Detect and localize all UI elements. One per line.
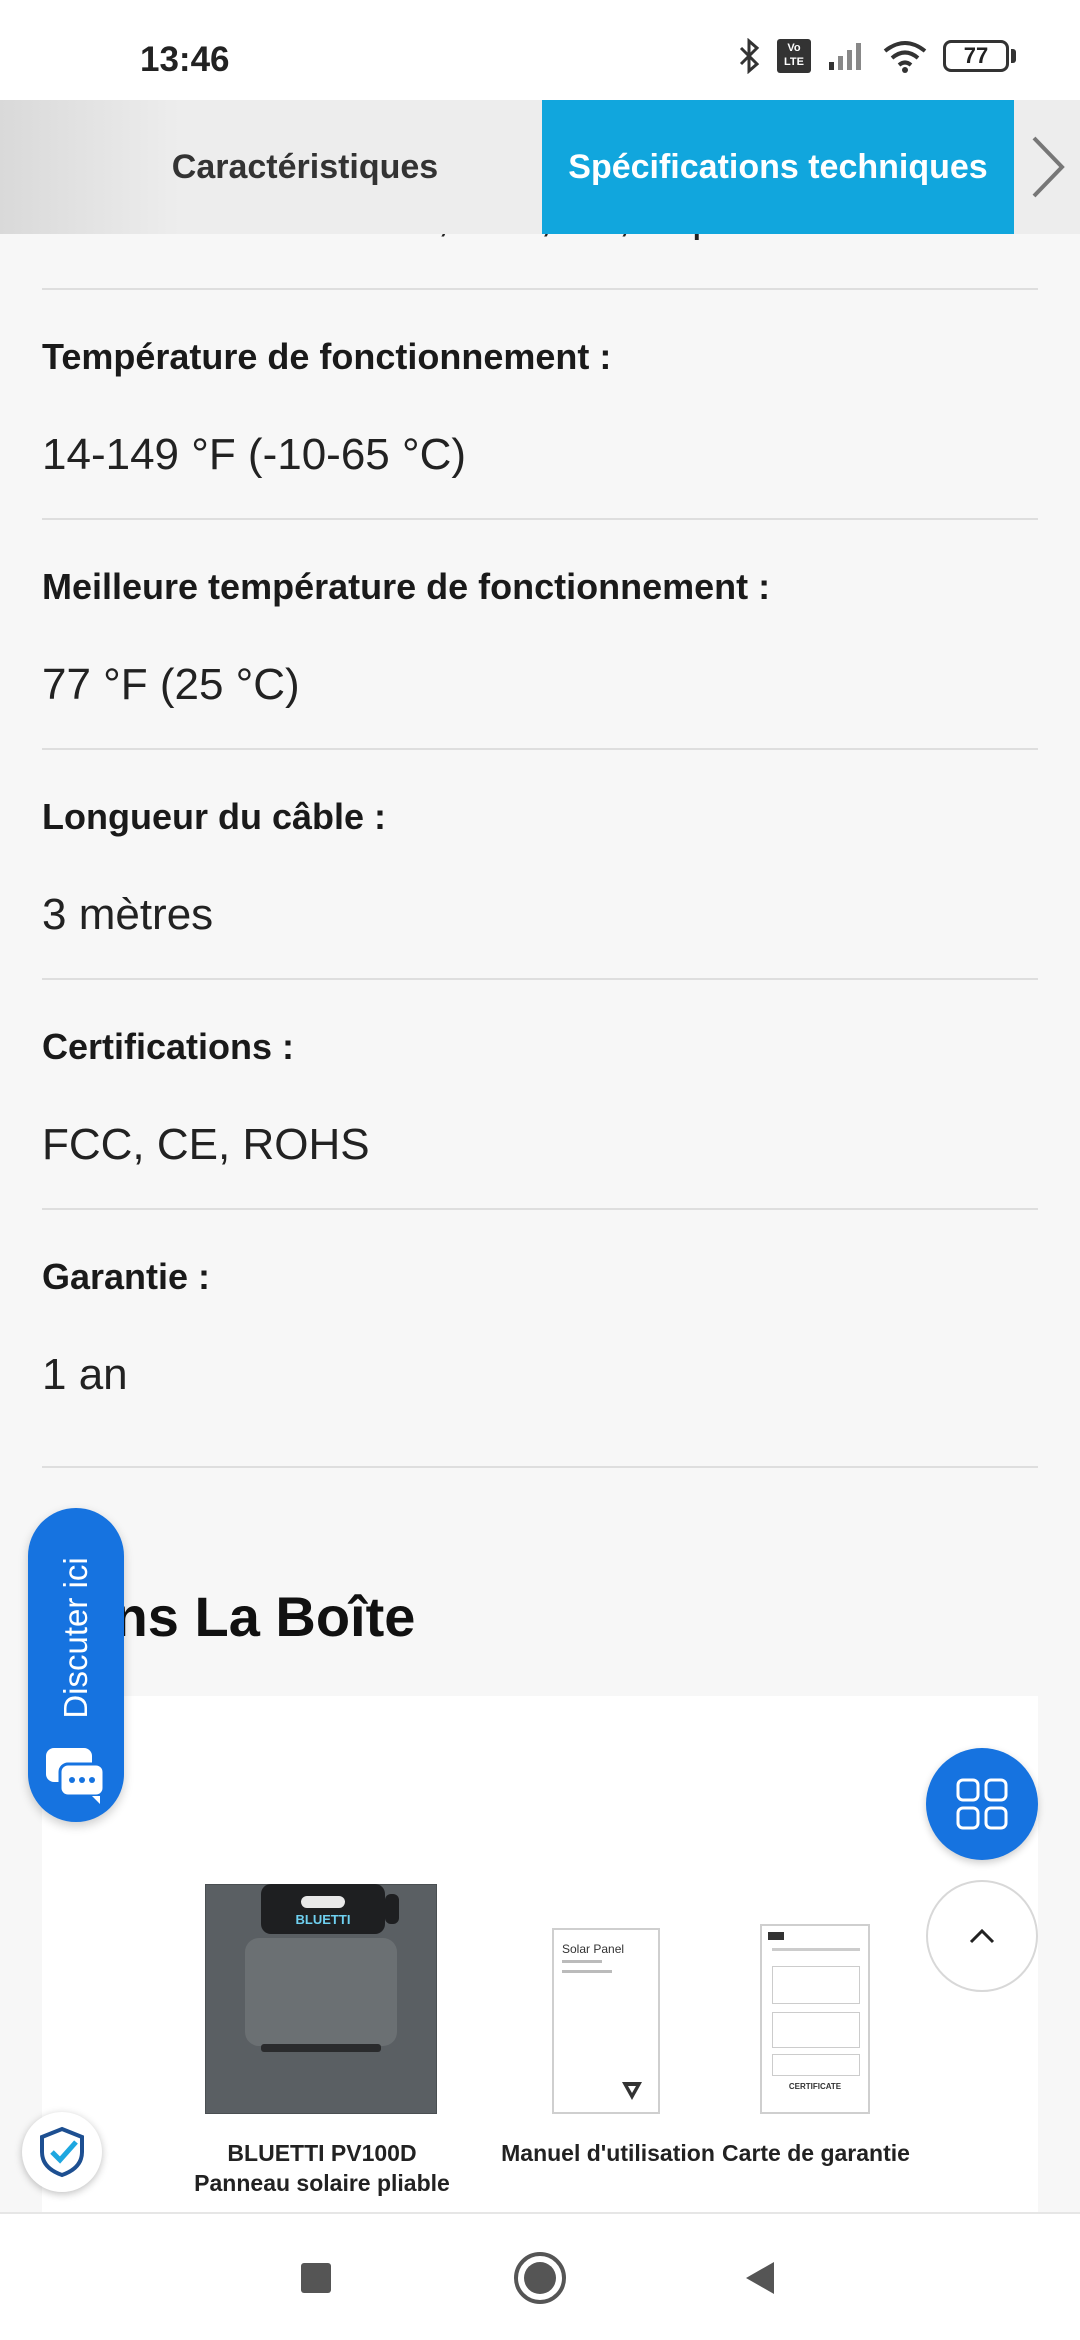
- warranty-doc-title: CERTIFICATE: [788, 2082, 842, 2091]
- divider: [42, 518, 1038, 520]
- wifi-icon: [883, 41, 927, 73]
- nav-recents-button[interactable]: [280, 2242, 352, 2314]
- spec-value-dimensions: 068-1135*4 mm / 26,9*44,7*0,16 pouces: [42, 234, 834, 242]
- box-item-caption-line1: BLUETTI PV100D: [227, 2140, 417, 2166]
- circle-icon: [514, 2252, 566, 2304]
- warranty-table: [772, 2054, 860, 2076]
- spec-tab-bar: Caractéristiques Spécifications techniqu…: [0, 100, 1080, 234]
- trust-badge[interactable]: [22, 2112, 102, 2192]
- chat-here-label: Discuter ici: [57, 1557, 94, 1719]
- grid-icon: [956, 1778, 1008, 1830]
- box-item-caption: Carte de garantie: [722, 2140, 910, 2166]
- panel-brand-text: BLUETTI: [296, 1912, 351, 1927]
- solar-panel-image: BLUETTI: [205, 1884, 437, 2114]
- back-triangle-icon: [746, 2262, 774, 2294]
- tab-features[interactable]: Caractéristiques: [100, 100, 510, 234]
- box-item-user-manual: Manuel d'utilisation: [498, 2138, 718, 2168]
- grid-menu-button[interactable]: [926, 1748, 1038, 1860]
- spec-value-operating-temp: 14-149 °F (-10-65 °C): [42, 430, 467, 479]
- page: 13:46 Vo LTE 77 Caractéristiques Spécifi…: [0, 0, 1080, 2340]
- warranty-card-image: CERTIFICATE: [760, 1924, 870, 2114]
- tab-technical-specs[interactable]: Spécifications techniques: [542, 100, 1014, 234]
- status-icons: Vo LTE 77: [737, 38, 1016, 74]
- box-item-caption-line2: Panneau solaire pliable: [194, 2170, 450, 2196]
- spec-label-certifications: Certifications :: [42, 1026, 295, 1067]
- spec-label-best-temp: Meilleure température de fonctionnement …: [42, 566, 771, 607]
- tab-next-button[interactable]: [1022, 128, 1074, 206]
- nav-back-button[interactable]: [724, 2242, 796, 2314]
- spec-value-best-temp: 77 °F (25 °C): [42, 660, 300, 709]
- manual-line: [562, 1970, 612, 1973]
- battery-nub: [1011, 49, 1016, 63]
- volte-icon: Vo LTE: [777, 39, 811, 73]
- box-item-warranty-card: Carte de garantie: [718, 2138, 914, 2168]
- divider: [42, 1466, 1038, 1468]
- in-the-box-card: BLUETTI Solar Panel CERTIFICATE BLUETTI …: [42, 1696, 1038, 2212]
- nav-home-button[interactable]: [504, 2242, 576, 2314]
- chevron-right-icon: [1032, 136, 1065, 198]
- bluetooth-icon: [739, 38, 760, 74]
- spec-value-cable-length: 3 mètres: [42, 890, 214, 939]
- warranty-table: [772, 2012, 860, 2048]
- spec-value-warranty: 1 an: [42, 1350, 128, 1399]
- bluetti-logo-icon: [622, 2082, 642, 2100]
- divider: [42, 978, 1038, 980]
- divider: [42, 1208, 1038, 1210]
- spec-label-cable-length: Longueur du câble :: [42, 796, 387, 837]
- spec-label-operating-temp: Température de fonctionnement :: [42, 336, 612, 377]
- manual-doc-title: Solar Panel: [562, 1942, 625, 1956]
- square-icon: [301, 2263, 331, 2293]
- divider: [42, 288, 1038, 290]
- spec-label-warranty: Garantie :: [42, 1256, 211, 1297]
- box-item-caption: Manuel d'utilisation: [501, 2140, 715, 2166]
- status-bar: 13:46 Vo LTE 77: [0, 0, 1080, 100]
- battery-indicator: 77: [943, 40, 1016, 72]
- main-content: 068-1135*4 mm / 26,9*44,7*0,16 pouces Te…: [0, 234, 1080, 2212]
- spec-value-certifications: FCC, CE, ROHS: [42, 1120, 370, 1169]
- warranty-line: [772, 1948, 860, 1951]
- chat-bubble-icon: [46, 1748, 106, 1804]
- warranty-table: [772, 1966, 860, 2004]
- chat-here-tab[interactable]: Discuter ici: [28, 1508, 124, 1822]
- box-item-solar-panel: BLUETTI PV100D Panneau solaire pliable: [182, 2138, 462, 2198]
- manual-line: [562, 1960, 602, 1963]
- shield-check-icon: [40, 2126, 84, 2178]
- status-time: 13:46: [140, 40, 230, 79]
- divider: [42, 748, 1038, 750]
- warranty-logo: [768, 1932, 784, 1940]
- battery-level: 77: [943, 40, 1009, 72]
- user-manual-image: Solar Panel: [552, 1928, 660, 2114]
- signal-icon: [829, 43, 861, 70]
- chevron-up-icon: [969, 1928, 995, 1944]
- back-to-top-button[interactable]: [926, 1880, 1038, 1992]
- system-nav-bar: [0, 2212, 1080, 2340]
